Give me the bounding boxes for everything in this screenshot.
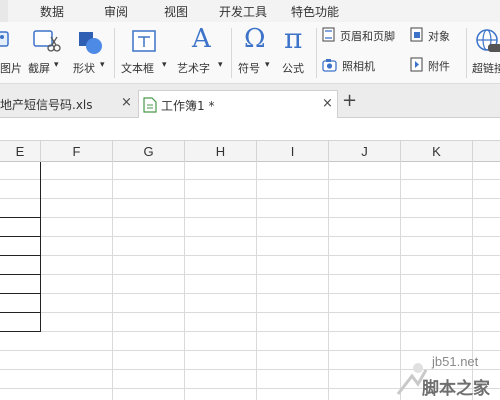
header-footer-icon xyxy=(322,27,335,42)
menu-tab-edge xyxy=(0,0,8,22)
menu-data[interactable]: 数据 xyxy=(40,3,64,20)
picture-button[interactable]: 图片 xyxy=(0,22,22,84)
ribbon-separator xyxy=(231,28,232,78)
cell-border xyxy=(40,162,41,331)
screenshot-button[interactable]: 截屏 ▾ xyxy=(28,22,66,84)
column-header-l[interactable] xyxy=(473,141,500,162)
wordart-icon: A xyxy=(192,24,211,54)
spreadsheet-file-icon xyxy=(143,97,157,113)
camera-icon xyxy=(322,59,337,72)
gridline xyxy=(0,179,500,180)
chevron-down-icon: ▾ xyxy=(100,60,105,70)
shapes-icon xyxy=(79,32,102,54)
globe-link-icon xyxy=(476,29,500,52)
camera-label: 照相机 xyxy=(342,60,375,73)
formula-button[interactable]: π 公式 xyxy=(280,22,312,84)
wordart-label: 艺术字 xyxy=(177,62,210,75)
attachment-icon xyxy=(410,57,423,72)
object-label: 对象 xyxy=(428,30,450,43)
hyperlink-button[interactable]: 超链接 xyxy=(470,22,500,84)
menu-developer[interactable]: 开发工具 xyxy=(219,3,267,20)
omega-icon: Ω xyxy=(244,24,266,54)
formula-label: 公式 xyxy=(282,62,304,75)
camera-button[interactable]: 照相机 xyxy=(322,56,392,76)
symbol-button[interactable]: Ω 符号 ▾ xyxy=(236,22,276,84)
object-button[interactable]: 对象 xyxy=(410,26,460,46)
formula-bar-area xyxy=(0,118,500,141)
column-header-e[interactable]: E xyxy=(0,141,41,162)
chevron-down-icon: ▾ xyxy=(54,60,59,70)
textbox-label: 文本框 xyxy=(121,62,154,75)
menu-special-features[interactable]: 特色功能 xyxy=(291,3,339,20)
column-header-i[interactable]: I xyxy=(257,141,329,162)
close-icon[interactable]: × xyxy=(322,96,333,111)
gridline xyxy=(0,217,500,218)
gridline xyxy=(0,255,500,256)
picture-label: 图片 xyxy=(0,62,22,75)
chevron-down-icon: ▾ xyxy=(265,60,270,70)
attachment-label: 附件 xyxy=(428,60,450,73)
object-icon xyxy=(410,27,423,42)
watermark-site: jb51.net xyxy=(432,354,479,369)
tab-workbook1[interactable]: 工作簿1 * × xyxy=(138,90,338,118)
menu-view[interactable]: 视图 xyxy=(164,3,188,20)
gridline xyxy=(0,236,500,237)
ribbon-separator xyxy=(466,28,467,78)
tab-sms-numbers-file[interactable]: 地产短信号码.xls × xyxy=(0,90,140,118)
gridline xyxy=(0,312,500,313)
screenshot-icon xyxy=(33,30,61,52)
column-header-bar: E F G H I J K xyxy=(0,141,500,162)
gridline xyxy=(0,331,500,332)
column-header-j[interactable]: J xyxy=(329,141,401,162)
gridline xyxy=(0,274,500,275)
hyperlink-label: 超链接 xyxy=(472,62,500,75)
document-tab-bar: 地产短信号码.xls × 工作簿1 * × + xyxy=(0,84,500,118)
header-footer-label: 页眉和页脚 xyxy=(340,30,395,43)
site-watermark: jb51.net 脚本之家 xyxy=(392,350,500,400)
cell-border xyxy=(0,217,41,218)
shapes-button[interactable]: 形状 ▾ xyxy=(70,22,110,84)
add-tab-icon[interactable]: + xyxy=(342,90,357,111)
chevron-down-icon: ▾ xyxy=(218,60,223,70)
shapes-label: 形状 xyxy=(73,62,95,75)
cell-border xyxy=(0,312,41,313)
tab-label: 地产短信号码.xls xyxy=(0,98,93,112)
wordart-button[interactable]: A 艺术字 ▾ xyxy=(176,22,228,84)
chevron-down-icon: ▾ xyxy=(162,60,167,70)
watermark-name: 脚本之家 xyxy=(422,379,490,399)
ribbon-insert: 图片 截屏 ▾ 形状 ▾ 文本框 ▾ A 艺术字 ▾ Ω 符号 ▾ π 公式 页… xyxy=(0,22,500,84)
gridline xyxy=(0,198,500,199)
column-header-k[interactable]: K xyxy=(401,141,473,162)
attachment-button[interactable]: 附件 xyxy=(410,56,460,76)
column-header-h[interactable]: H xyxy=(185,141,257,162)
column-header-g[interactable]: G xyxy=(113,141,185,162)
ribbon-separator xyxy=(114,28,115,78)
gridline xyxy=(0,293,500,294)
cell-border xyxy=(0,293,41,294)
header-footer-button[interactable]: 页眉和页脚 xyxy=(322,26,406,46)
cell-border xyxy=(0,274,41,275)
menu-review[interactable]: 审阅 xyxy=(104,3,128,20)
screenshot-label: 截屏 xyxy=(28,62,50,75)
cell-border xyxy=(0,255,41,256)
cell-border xyxy=(0,331,41,332)
textbox-button[interactable]: 文本框 ▾ xyxy=(120,22,170,84)
column-header-f[interactable]: F xyxy=(41,141,113,162)
textbox-icon xyxy=(132,30,156,52)
close-icon[interactable]: × xyxy=(121,95,132,110)
menu-bar: 数据 审阅 视图 开发工具 特色功能 xyxy=(0,0,500,22)
symbol-label: 符号 xyxy=(238,62,260,75)
cell-border xyxy=(0,236,41,237)
ribbon-separator xyxy=(316,28,317,78)
pi-icon: π xyxy=(284,22,303,55)
tab-label: 工作簿1 * xyxy=(161,99,215,113)
